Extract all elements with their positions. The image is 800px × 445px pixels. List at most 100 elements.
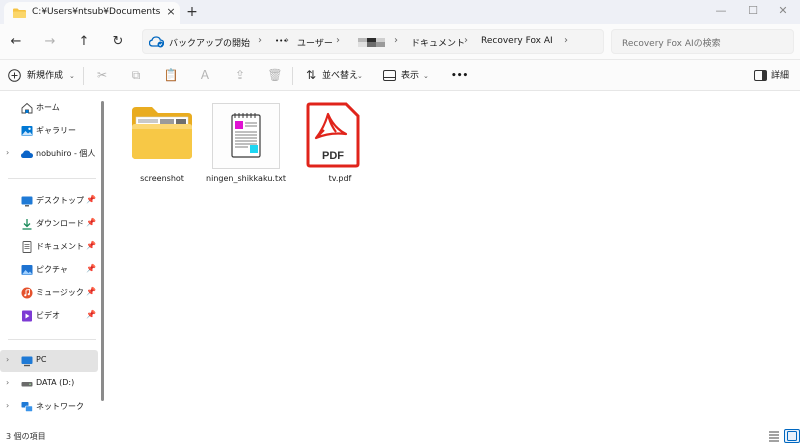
breadcrumb-user[interactable]: ユーザー [297, 36, 333, 49]
pin-icon[interactable]: 📌 [86, 218, 96, 227]
sidebar-item-label: デスクトップ [36, 196, 84, 205]
breadcrumb-separator[interactable]: › [564, 35, 568, 46]
sidebar-item-documents[interactable]: ドキュメント 📌 [0, 236, 98, 258]
status-bar: 3 個の項目 [0, 427, 800, 445]
close-window-button[interactable]: ✕ [768, 2, 798, 20]
pin-icon[interactable]: 📌 [86, 264, 96, 273]
navigation-bar: ← → ↑ ↻ バックアップの開始 › ••• › ユーザー › › ドキュメン… [0, 24, 800, 60]
breadcrumb-separator[interactable]: › [464, 35, 468, 46]
redacted-username[interactable] [358, 38, 386, 47]
address-bar[interactable]: バックアップの開始 › ••• › ユーザー › › ドキュメント › Reco… [142, 29, 604, 54]
large-icons-view-button[interactable] [784, 429, 800, 443]
large-icons-view-icon [787, 431, 797, 441]
cut-icon[interactable]: ✂ [94, 67, 110, 83]
maximize-button[interactable]: ☐ [738, 2, 768, 20]
pin-icon[interactable]: 📌 [86, 287, 96, 296]
pdf-badge: PDF [322, 150, 344, 162]
details-view-icon[interactable] [766, 429, 782, 443]
chevron-down-icon[interactable]: ⌄ [423, 66, 429, 86]
sidebar-item-label: ギャラリー [36, 126, 76, 135]
sidebar-item-data-drive[interactable]: › DATA (D:) [0, 373, 98, 395]
toolbar-divider [83, 67, 84, 85]
file-item-text[interactable]: ningen_shikkaku.txt [206, 97, 294, 207]
pin-icon[interactable]: 📌 [86, 195, 96, 204]
title-bar: C:¥Users¥ntsub¥Documents¥F × + — ☐ ✕ [0, 0, 800, 24]
new-tab-button[interactable]: + [183, 3, 201, 21]
file-name: ningen_shikkaku.txt [206, 174, 286, 183]
breadcrumb-separator[interactable]: › [258, 35, 262, 46]
sort-icon: ⇅ [305, 68, 317, 82]
paste-icon[interactable]: 📋 [163, 67, 179, 83]
breadcrumb-current[interactable]: Recovery Fox AI [481, 36, 553, 46]
pin-icon[interactable]: 📌 [86, 241, 96, 250]
music-icon [21, 287, 33, 299]
pc-icon [21, 356, 33, 367]
sidebar-item-onedrive[interactable]: › nobuhiro - 個人 [0, 143, 98, 165]
folder-icon [132, 107, 192, 159]
up-button[interactable]: ↑ [74, 32, 94, 52]
drive-icon [21, 382, 33, 387]
sidebar-item-pc[interactable]: › PC [0, 350, 98, 372]
minimize-button[interactable]: — [706, 2, 736, 20]
file-item-folder[interactable]: screenshot [120, 97, 204, 207]
search-box[interactable]: Recovery Fox AIの検索 [611, 29, 794, 54]
share-icon[interactable]: ⇪ [232, 67, 248, 83]
sidebar-item-label: ドキュメント [36, 242, 84, 251]
breadcrumb-separator[interactable]: › [336, 35, 340, 46]
sidebar-item-label: nobuhiro - 個人 [36, 149, 96, 158]
new-button[interactable]: 新規作成 [27, 66, 63, 86]
rename-icon[interactable]: Ａ [197, 67, 213, 83]
sidebar-item-network[interactable]: › ネットワーク [0, 396, 98, 418]
file-item-pdf[interactable]: PDF tv.pdf [298, 97, 382, 207]
cloud-backup-icon [149, 36, 164, 48]
tab-current[interactable]: C:¥Users¥ntsub¥Documents¥F × [4, 2, 180, 24]
home-icon [21, 102, 33, 114]
folder-icon [13, 8, 26, 18]
sidebar-item-downloads[interactable]: ダウンロード 📌 [0, 213, 98, 235]
sidebar-item-label: ビデオ [36, 311, 60, 320]
breadcrumb-backup[interactable]: バックアップの開始 [169, 36, 250, 49]
chevron-right-icon[interactable]: › [6, 148, 9, 157]
back-button[interactable]: ← [6, 32, 26, 52]
sidebar-item-label: ネットワーク [36, 402, 84, 411]
more-options-button[interactable]: ••• [451, 66, 468, 86]
pin-icon[interactable]: 📌 [86, 310, 96, 319]
video-icon [22, 310, 32, 322]
copy-icon[interactable]: ⧉ [128, 67, 144, 83]
sort-button[interactable]: 並べ替え [322, 66, 358, 86]
breadcrumb-documents[interactable]: ドキュメント [411, 36, 465, 49]
desktop-icon [21, 196, 33, 207]
view-icon [383, 70, 396, 81]
chevron-right-icon[interactable]: › [6, 401, 9, 410]
sidebar-scrollbar[interactable] [101, 101, 104, 401]
item-count: 3 個の項目 [6, 432, 46, 441]
sidebar-item-label: ミュージック [36, 288, 84, 297]
refresh-button[interactable]: ↻ [108, 32, 128, 52]
details-button[interactable]: 詳細 [771, 66, 789, 86]
sidebar-item-desktop[interactable]: デスクトップ 📌 [0, 190, 98, 212]
breadcrumb-separator[interactable]: › [394, 35, 398, 46]
sidebar-item-music[interactable]: ミュージック 📌 [0, 282, 98, 304]
view-button[interactable]: 表示 [401, 66, 419, 86]
delete-icon[interactable]: 🗑 [267, 67, 283, 83]
sidebar-item-label: DATA (D:) [36, 378, 75, 387]
sidebar-item-label: ホーム [36, 103, 60, 112]
file-name: tv.pdf [328, 174, 352, 183]
sidebar-item-home[interactable]: ホーム [0, 97, 98, 119]
chevron-down-icon[interactable]: ⌄ [357, 66, 363, 86]
chevron-right-icon[interactable]: › [6, 355, 9, 364]
sidebar-item-label: ピクチャ [36, 265, 68, 274]
close-tab-icon[interactable]: × [164, 5, 178, 19]
navigation-pane: ホーム ギャラリー › nobuhiro - 個人 デスクトップ 📌 ダウンロー… [0, 91, 104, 427]
breadcrumb-separator[interactable]: › [285, 35, 289, 46]
sidebar-item-gallery[interactable]: ギャラリー [0, 120, 98, 142]
sidebar-item-pictures[interactable]: ピクチャ 📌 [0, 259, 98, 281]
sidebar-item-videos[interactable]: ビデオ 📌 [0, 305, 98, 327]
chevron-down-icon[interactable]: ⌄ [69, 66, 75, 86]
document-icon [22, 241, 32, 253]
details-pane-icon [754, 70, 767, 81]
chevron-right-icon[interactable]: › [6, 378, 9, 387]
forward-button[interactable]: → [40, 32, 60, 52]
sidebar-item-label: ダウンロード [36, 219, 84, 228]
search-input[interactable]: Recovery Fox AIの検索 [622, 36, 721, 49]
